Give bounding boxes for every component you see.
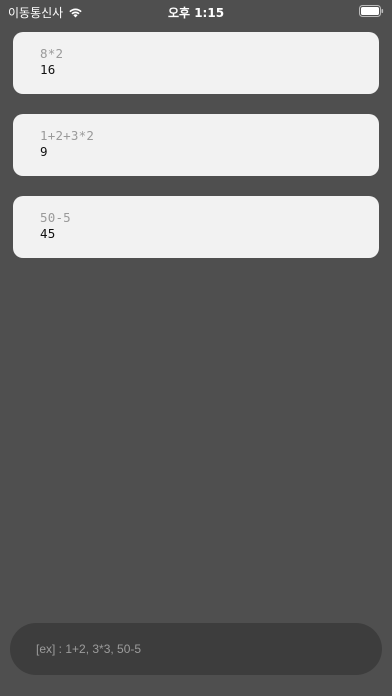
status-bar: 이동통신사 오후 1:15 xyxy=(0,0,392,22)
result-value: 16 xyxy=(40,62,56,77)
results-list: 8*2 16 1+2+3*2 9 50-5 45 xyxy=(13,32,379,278)
result-card[interactable]: 1+2+3*2 9 xyxy=(13,114,379,176)
status-time: 오후 1:15 xyxy=(167,6,225,20)
expression-input-bar xyxy=(10,623,382,675)
expression-text: 8*2 xyxy=(40,46,64,61)
result-value: 9 xyxy=(40,144,48,159)
result-value: 45 xyxy=(40,226,56,241)
expression-text: 50-5 xyxy=(40,210,71,225)
result-card[interactable]: 50-5 45 xyxy=(13,196,379,258)
expression-text: 1+2+3*2 xyxy=(40,128,95,143)
expression-input[interactable] xyxy=(34,641,358,657)
result-card[interactable]: 8*2 16 xyxy=(13,32,379,94)
calculator-screen: 이동통신사 오후 1:15 8*2 16 1+2+3*2 9 50-5 45 [… xyxy=(0,0,392,696)
battery-icon xyxy=(359,5,384,17)
